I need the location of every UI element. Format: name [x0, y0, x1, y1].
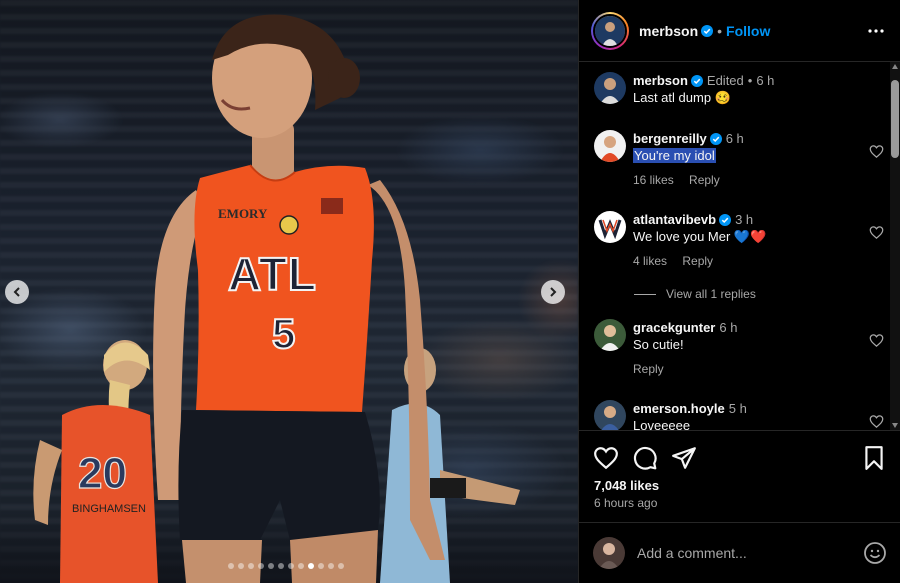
- carousel-dot: [238, 563, 244, 569]
- carousel-dot: [228, 563, 234, 569]
- svg-text:BINGHAMSEN: BINGHAMSEN: [72, 503, 146, 515]
- scroll-down-arrow-icon[interactable]: [892, 423, 898, 428]
- comment-avatar[interactable]: [594, 400, 626, 430]
- caption-text: Last atl dump 🥴: [633, 90, 731, 105]
- reply-button[interactable]: Reply: [689, 173, 720, 187]
- more-options-button[interactable]: [864, 19, 888, 43]
- reply-button[interactable]: Reply: [682, 254, 713, 268]
- comment-like-heart-icon[interactable]: [869, 414, 884, 429]
- comment-item: emerson.hoyle 5 h Loveeeee: [594, 400, 884, 430]
- caption-username[interactable]: merbson: [633, 72, 688, 89]
- caption-edited: Edited: [706, 73, 744, 88]
- view-replies-button[interactable]: View all 1 replies: [634, 287, 756, 301]
- verified-badge-icon: [690, 74, 703, 87]
- comment-text: So cutie!: [633, 337, 684, 352]
- comment-username[interactable]: emerson.hoyle: [633, 400, 725, 417]
- carousel-dot: [338, 563, 344, 569]
- carousel-prev-button[interactable]: [5, 280, 29, 304]
- post-header: merbson • Follow: [579, 0, 900, 62]
- caption-avatar[interactable]: [594, 72, 626, 104]
- comment-username[interactable]: gracekgunter: [633, 319, 715, 336]
- carousel-next-button[interactable]: [541, 280, 565, 304]
- emoji-picker-icon[interactable]: [863, 541, 887, 565]
- comments-scrollbar[interactable]: [890, 62, 900, 430]
- carousel-dot: [288, 563, 294, 569]
- comment-like-heart-icon[interactable]: [869, 225, 884, 240]
- chevron-left-icon: [13, 287, 20, 297]
- comment-text-selected: You're my idol: [633, 148, 716, 163]
- svg-text:20: 20: [78, 449, 127, 498]
- carousel-dot: [258, 563, 264, 569]
- comment-like-heart-icon[interactable]: [869, 333, 884, 348]
- add-comment-bar: Add a comment...: [579, 522, 900, 583]
- add-comment-input[interactable]: Add a comment...: [637, 545, 863, 561]
- caption-separator: •: [747, 73, 753, 88]
- avatar: [593, 13, 627, 48]
- comments-list[interactable]: merbson Edited • 6 h Last atl dump 🥴 ber…: [579, 62, 900, 430]
- carousel-dot: [318, 563, 324, 569]
- svg-text:5: 5: [272, 310, 295, 357]
- comment-item: atlantavibevb 3 h We love you Mer 💙❤️ 4 …: [594, 211, 884, 270]
- svg-text:ATL: ATL: [228, 248, 317, 300]
- caption-time[interactable]: 6 h: [756, 72, 774, 89]
- comment-time[interactable]: 6 h: [726, 130, 744, 147]
- carousel-dot: [248, 563, 254, 569]
- carousel-indicator: [228, 563, 344, 569]
- verified-badge-icon: [701, 24, 714, 37]
- avatar-story-ring[interactable]: [591, 11, 629, 50]
- comment-text: We love you Mer 💙❤️: [633, 229, 767, 244]
- follow-button[interactable]: Follow: [726, 23, 770, 39]
- carousel-dot: [268, 563, 274, 569]
- comment-likes[interactable]: 4 likes: [633, 254, 667, 268]
- comment-time[interactable]: 5 h: [729, 400, 747, 417]
- view-replies-line: [634, 293, 656, 295]
- verified-badge-icon: [719, 213, 732, 226]
- comment-time[interactable]: 6 h: [719, 319, 737, 336]
- comment-item: gracekgunter 6 h So cutie! Reply: [594, 319, 884, 378]
- comment-like-heart-icon[interactable]: [869, 144, 884, 159]
- header-username[interactable]: merbson: [639, 23, 698, 39]
- likes-count[interactable]: 7,048 likes: [594, 478, 659, 493]
- carousel-dot-active: [308, 563, 314, 569]
- like-heart-icon[interactable]: [593, 445, 619, 471]
- caption-item: merbson Edited • 6 h Last atl dump 🥴: [594, 72, 884, 106]
- carousel-dot: [278, 563, 284, 569]
- header-separator: •: [717, 22, 723, 39]
- comment-bubble-icon[interactable]: [632, 445, 658, 471]
- save-bookmark-icon[interactable]: [861, 445, 887, 471]
- player-illustration: 20 BINGHAMSEN EMORY ATL 5: [33, 14, 520, 583]
- comment-avatar[interactable]: [594, 211, 626, 243]
- reply-button[interactable]: Reply: [633, 362, 664, 376]
- carousel-dot: [298, 563, 304, 569]
- comment-avatar[interactable]: [594, 319, 626, 351]
- svg-text:EMORY: EMORY: [218, 206, 268, 221]
- comment-username[interactable]: bergenreilly: [633, 130, 707, 147]
- scroll-thumb[interactable]: [891, 80, 899, 158]
- teammate-right: [380, 348, 520, 583]
- verified-badge-icon: [709, 132, 722, 145]
- share-send-icon[interactable]: [671, 445, 697, 471]
- comment-likes[interactable]: 16 likes: [633, 173, 674, 187]
- current-user-avatar: [593, 537, 625, 569]
- comment-item: bergenreilly 6 h You're my idol 16 likes…: [594, 130, 884, 189]
- comment-username[interactable]: atlantavibevb: [633, 211, 716, 228]
- comment-time[interactable]: 3 h: [735, 211, 753, 228]
- post-photo: 20 BINGHAMSEN EMORY ATL 5: [0, 0, 578, 583]
- more-dots-icon: [868, 28, 884, 33]
- post-sidebar: merbson • Follow merbson Edited • 6 h La…: [578, 0, 900, 583]
- chevron-right-icon: [550, 287, 557, 297]
- comment-text: Loveeeee: [633, 418, 691, 430]
- view-replies-label: View all 1 replies: [666, 287, 756, 301]
- post-actions: 7,048 likes 6 hours ago: [579, 430, 900, 522]
- comment-avatar[interactable]: [594, 130, 626, 162]
- teammate-left: 20 BINGHAMSEN: [33, 340, 158, 583]
- post-time-ago[interactable]: 6 hours ago: [594, 496, 657, 510]
- scroll-up-arrow-icon[interactable]: [892, 64, 898, 69]
- carousel-dot: [328, 563, 334, 569]
